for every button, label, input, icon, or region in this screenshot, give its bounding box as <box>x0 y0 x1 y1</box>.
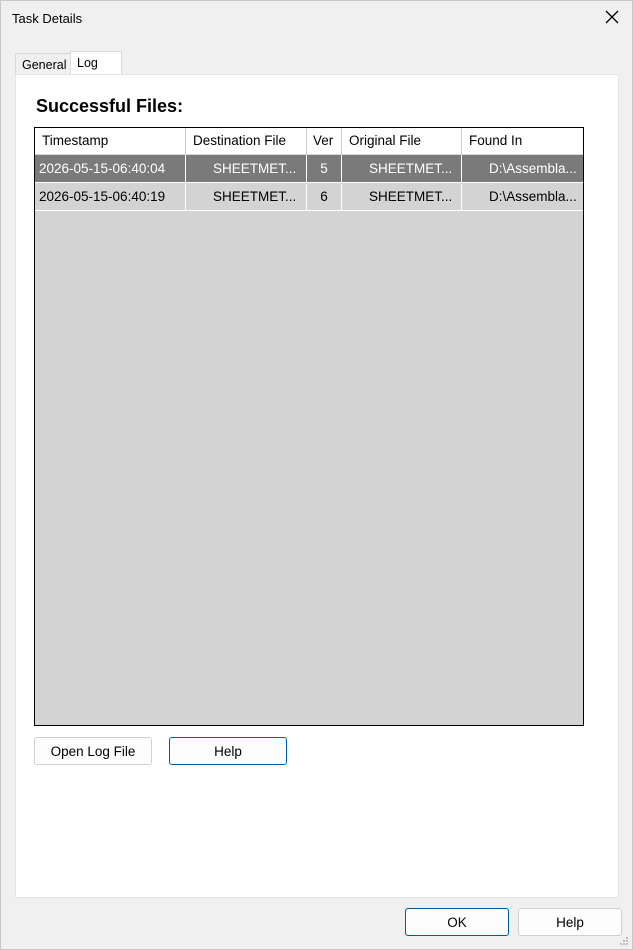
table-row[interactable]: 2026-05-15-06:40:19 SHEETMET... 6 SHEETM… <box>35 183 583 210</box>
cell-original-file: SHEETMET... <box>342 155 462 182</box>
list-header: Timestamp Destination File Ver Original … <box>35 128 583 155</box>
tab-log[interactable]: Log <box>70 51 122 75</box>
column-header-destination-file[interactable]: Destination File <box>186 128 307 154</box>
cell-ver: 6 <box>307 183 342 210</box>
cell-destination-file: SHEETMET... <box>186 183 307 210</box>
cell-timestamp: 2026-05-15-06:40:19 <box>35 183 186 210</box>
log-tab-panel: Successful Files: Timestamp Destination … <box>15 74 619 898</box>
resize-grip-icon[interactable] <box>619 936 629 946</box>
column-header-ver[interactable]: Ver <box>307 128 342 154</box>
close-icon[interactable] <box>604 9 620 25</box>
column-header-found-in[interactable]: Found In <box>462 128 583 154</box>
cell-found-in: D:\Assembla... <box>489 189 577 204</box>
log-help-button[interactable]: Help <box>169 737 287 765</box>
successful-files-list[interactable]: Timestamp Destination File Ver Original … <box>34 127 584 726</box>
tab-general[interactable]: General <box>15 53 71 75</box>
cell-found-in: D:\Assembla... <box>489 161 577 176</box>
ok-button[interactable]: OK <box>405 908 509 936</box>
cell-ver: 5 <box>307 155 342 182</box>
row-separator <box>35 210 583 211</box>
column-header-timestamp[interactable]: Timestamp <box>35 128 186 154</box>
cell-timestamp: 2026-05-15-06:40:04 <box>35 155 186 182</box>
section-title: Successful Files: <box>36 96 184 116</box>
open-log-file-button[interactable]: Open Log File <box>34 737 152 765</box>
tab-log-label: Log <box>77 56 98 70</box>
help-button[interactable]: Help <box>518 908 622 936</box>
table-row[interactable]: 2026-05-15-06:40:04 SHEETMET... 5 SHEETM… <box>35 155 583 182</box>
cell-destination-file: SHEETMET... <box>186 155 307 182</box>
title-bar: Task Details <box>1 1 632 37</box>
cell-original-file: SHEETMET... <box>342 183 462 210</box>
tab-general-label: General <box>22 58 67 72</box>
window-title: Task Details <box>12 11 83 26</box>
column-header-original-file[interactable]: Original File <box>342 128 462 154</box>
task-details-dialog: Task Details General Log Successful File… <box>0 0 633 950</box>
